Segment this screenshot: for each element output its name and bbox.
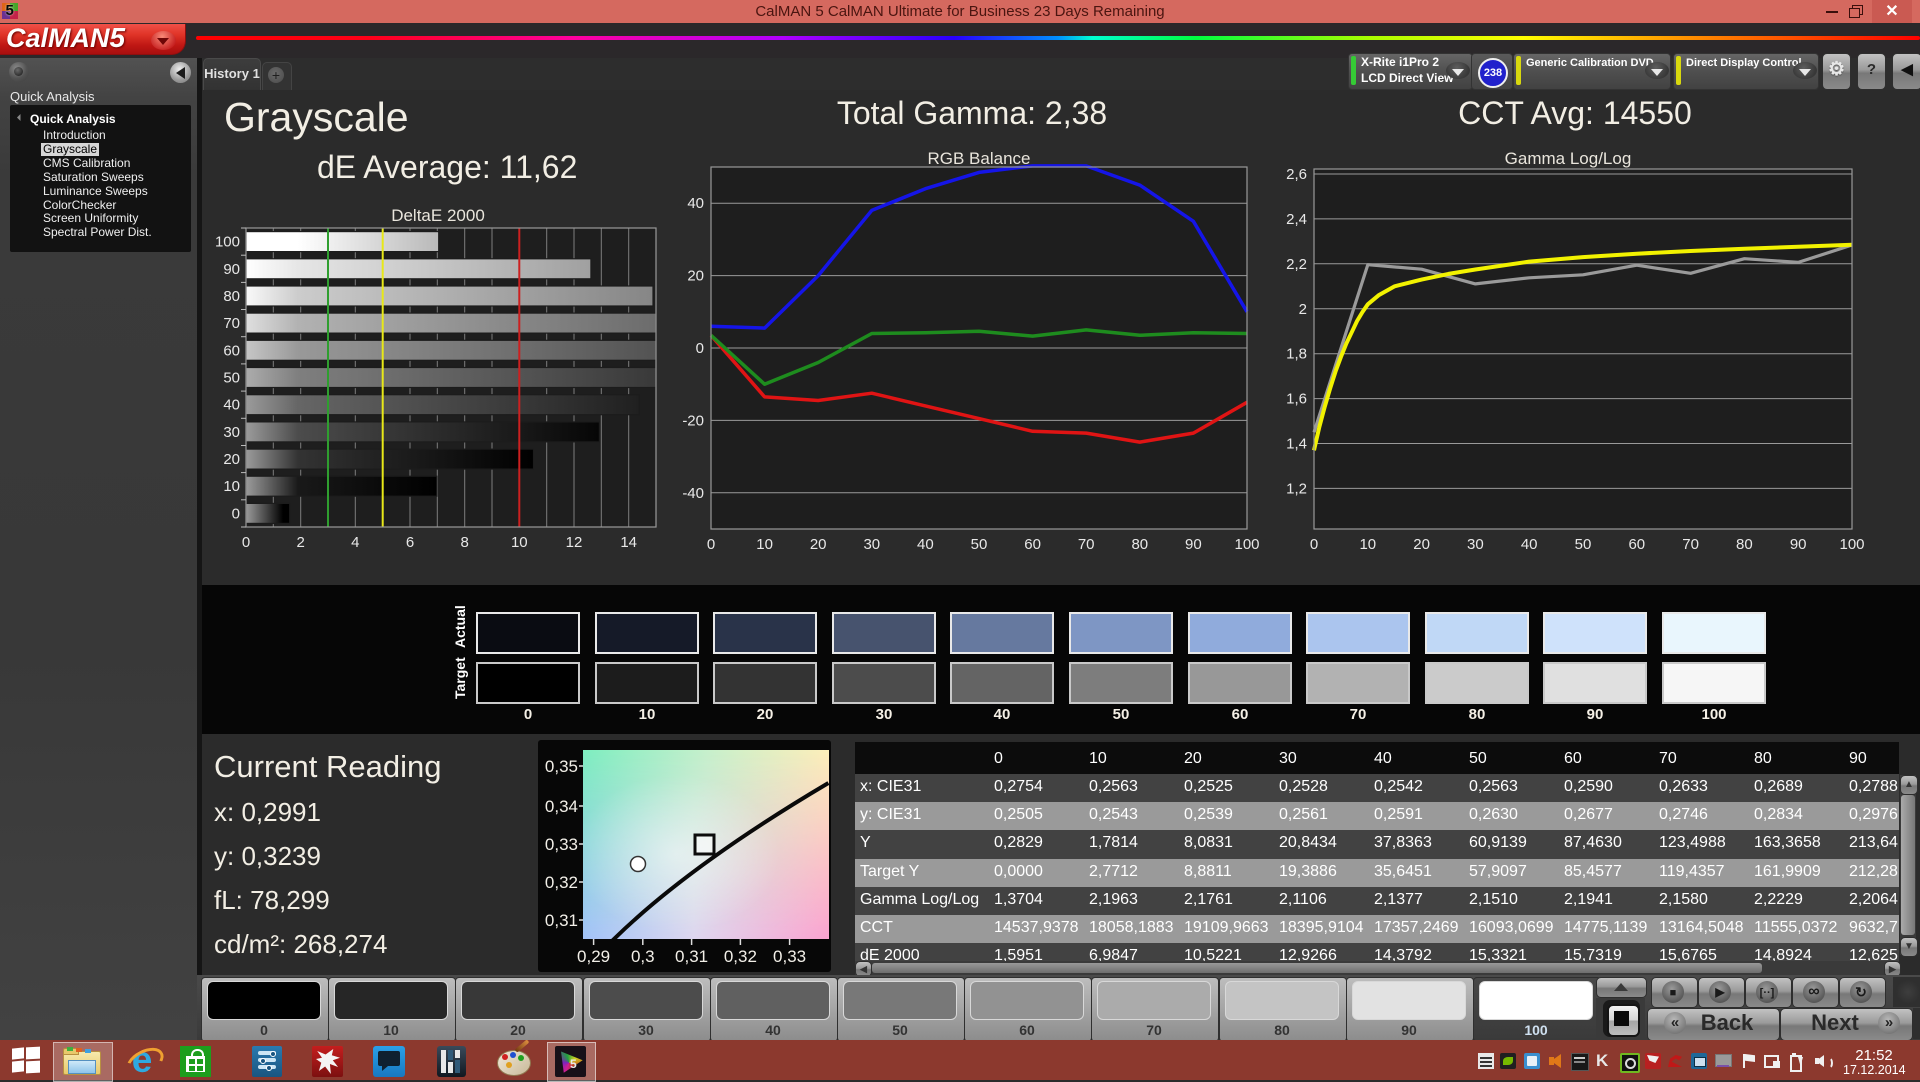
svg-text:RGB Balance: RGB Balance <box>928 149 1031 168</box>
svg-text:50: 50 <box>1575 536 1592 553</box>
svg-text:1,2: 1,2 <box>1286 480 1307 497</box>
svg-text:30: 30 <box>863 536 880 553</box>
svg-text:10: 10 <box>1359 536 1376 553</box>
svg-text:0,33: 0,33 <box>545 835 578 854</box>
svg-text:4: 4 <box>351 534 359 551</box>
svg-text:0: 0 <box>1310 536 1318 553</box>
svg-text:30: 30 <box>1467 536 1484 553</box>
svg-text:0,3: 0,3 <box>631 947 655 966</box>
svg-text:1,6: 1,6 <box>1286 391 1307 408</box>
svg-text:70: 70 <box>223 315 240 332</box>
svg-text:8: 8 <box>461 534 469 551</box>
svg-text:40: 40 <box>223 397 240 414</box>
svg-text:0: 0 <box>696 340 704 357</box>
svg-text:0,35: 0,35 <box>545 757 578 776</box>
svg-text:100: 100 <box>1839 536 1864 553</box>
svg-text:14: 14 <box>620 534 637 551</box>
svg-text:40: 40 <box>917 536 934 553</box>
svg-text:Gamma Log/Log: Gamma Log/Log <box>1505 149 1632 168</box>
svg-text:60: 60 <box>1628 536 1645 553</box>
svg-text:2,6: 2,6 <box>1286 166 1307 183</box>
svg-text:20: 20 <box>1413 536 1430 553</box>
svg-text:40: 40 <box>687 195 704 212</box>
svg-text:0,31: 0,31 <box>545 911 578 930</box>
svg-text:0,32: 0,32 <box>724 947 757 966</box>
svg-text:90: 90 <box>1185 536 1202 553</box>
svg-text:0: 0 <box>232 505 240 522</box>
svg-text:0,31: 0,31 <box>675 947 708 966</box>
svg-text:20: 20 <box>810 536 827 553</box>
svg-text:50: 50 <box>223 370 240 387</box>
svg-text:10: 10 <box>511 534 528 551</box>
svg-text:60: 60 <box>223 342 240 359</box>
svg-text:30: 30 <box>223 424 240 441</box>
svg-text:20: 20 <box>687 268 704 285</box>
svg-text:100: 100 <box>1234 536 1259 553</box>
svg-text:2: 2 <box>297 534 305 551</box>
svg-text:-40: -40 <box>682 485 704 502</box>
svg-text:1,8: 1,8 <box>1286 346 1307 363</box>
svg-text:2,2: 2,2 <box>1286 256 1307 273</box>
svg-text:60: 60 <box>1024 536 1041 553</box>
svg-text:0: 0 <box>242 534 250 551</box>
svg-text:40: 40 <box>1521 536 1538 553</box>
svg-text:0: 0 <box>707 536 715 553</box>
svg-text:80: 80 <box>223 288 240 305</box>
svg-text:1,4: 1,4 <box>1286 436 1307 453</box>
svg-text:20: 20 <box>223 451 240 468</box>
svg-text:12: 12 <box>566 534 583 551</box>
svg-text:-20: -20 <box>682 412 704 429</box>
svg-text:0,33: 0,33 <box>773 947 806 966</box>
svg-text:90: 90 <box>1790 536 1807 553</box>
svg-text:50: 50 <box>971 536 988 553</box>
svg-text:10: 10 <box>223 478 240 495</box>
svg-text:0,29: 0,29 <box>577 947 610 966</box>
svg-text:10: 10 <box>756 536 773 553</box>
svg-text:70: 70 <box>1078 536 1095 553</box>
svg-text:2,4: 2,4 <box>1286 211 1307 228</box>
svg-text:0,34: 0,34 <box>545 797 578 816</box>
svg-text:DeltaE 2000: DeltaE 2000 <box>391 206 485 225</box>
svg-text:80: 80 <box>1131 536 1148 553</box>
svg-text:0,32: 0,32 <box>545 873 578 892</box>
svg-text:90: 90 <box>223 261 240 278</box>
svg-text:2: 2 <box>1299 301 1307 318</box>
svg-text:70: 70 <box>1682 536 1699 553</box>
svg-text:100: 100 <box>215 234 240 251</box>
svg-text:6: 6 <box>406 534 414 551</box>
svg-text:80: 80 <box>1736 536 1753 553</box>
